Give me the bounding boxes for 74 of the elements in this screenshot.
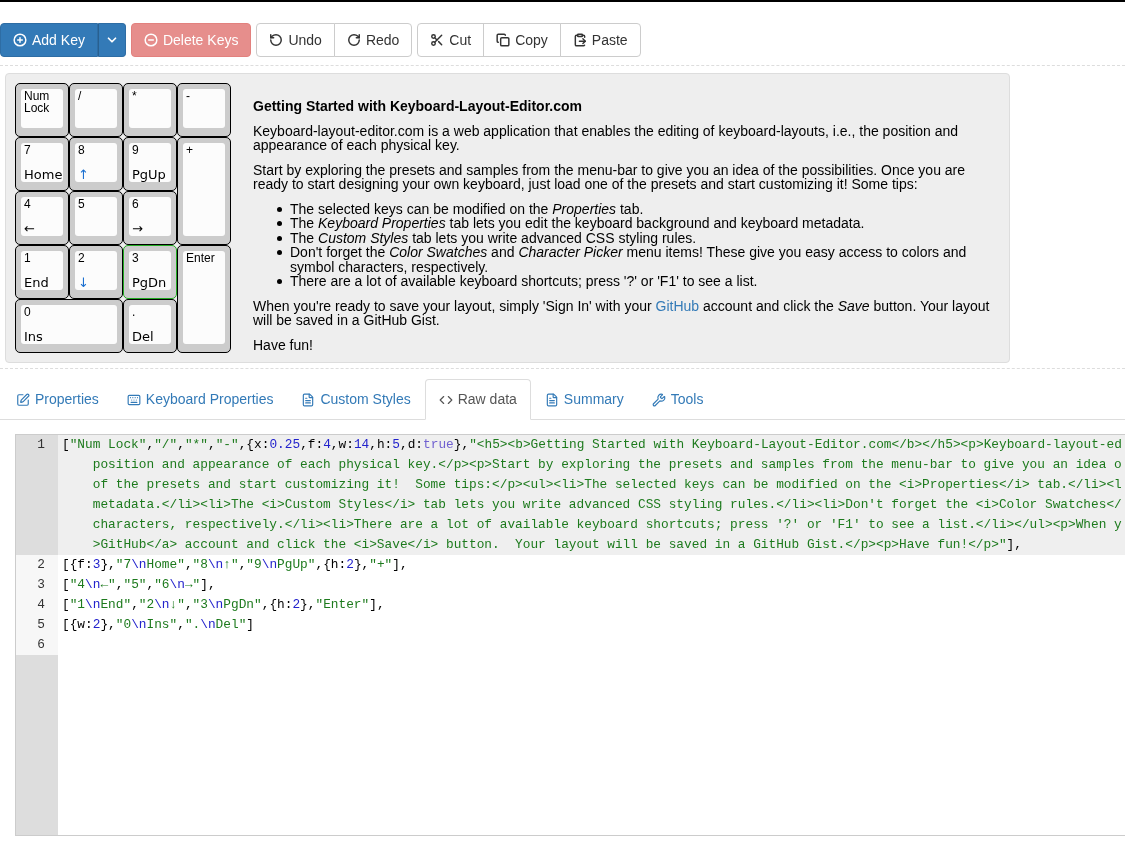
tip-text: Don't forget the Color Swatches and Character Picker menu items! These give you easy access to colors and symbol characters, respectively.	[290, 245, 968, 274]
bullet-icon	[277, 250, 282, 255]
line-number: 6	[37, 637, 45, 652]
code-line: ["Num Lock","/","*","-",{x:0.25,f:4,w:14,h:5,d:true},"<h5><b>Getting Started with Keyboard-Layout-Editor.com</b></h5><p>Keyboard-layout-ed	[61, 436, 1122, 454]
toolbar-button[interactable]: Cut	[417, 23, 485, 57]
scissors-icon	[430, 33, 445, 47]
line-number: 5	[37, 617, 45, 632]
keyboard-key[interactable]: *	[123, 83, 177, 137]
minus-circle-icon	[143, 33, 158, 47]
keyboard-key[interactable]: Enter	[177, 245, 231, 353]
keyboard-key[interactable]: Num Lock	[15, 83, 69, 137]
copy-icon	[496, 33, 511, 47]
edit-icon	[16, 392, 30, 407]
code-line: characters, respectively.</li><li>There are a lot of available keyboard shortcuts; press '?' or 'F1' to see a list.</li></ul><p>When y	[91, 516, 1122, 534]
keyboard-key[interactable]: +	[177, 137, 231, 245]
line-number: 2	[37, 557, 45, 572]
tip-text: The Custom Styles tab lets you write advanced CSS styling rules.	[290, 230, 697, 245]
toolbar-button[interactable]: Undo	[256, 23, 335, 57]
tip-text: The Keyboard Properties tab lets you edit the keyboard background and keyboard metadata.	[290, 216, 865, 231]
keyboard-key[interactable]: 5	[69, 191, 123, 245]
add-key-button[interactable]: Add Key	[0, 23, 98, 57]
redo-icon	[346, 33, 361, 47]
tab[interactable]: Custom Styles	[287, 379, 425, 420]
undo-icon	[269, 33, 284, 47]
info-paragraph: Have fun!	[253, 337, 314, 352]
toolbar-button[interactable]: Paste	[559, 23, 641, 57]
keyboard-icon	[126, 392, 141, 407]
toolbar-button[interactable]: Copy	[483, 23, 561, 57]
tab[interactable]: Raw data	[424, 379, 531, 420]
bullet-icon	[277, 221, 282, 226]
info-heading: Getting Started with Keyboard-Layout-Editor.com	[253, 99, 584, 114]
info-paragraph: Keyboard-layout-editor.com is a web application that enables the editing of keyboard-layouts, i.e., the position and appearance of each physical key.	[253, 123, 960, 153]
tip-text: The selected keys can be modified on the Properties tab.	[290, 201, 644, 216]
code-line: position and appearance of each physical key.</p><p>Start by exploring the presets and samples from the menu-bar to give you an idea o	[91, 456, 1122, 474]
code-line: >GitHub</a> account and click the <i>Save</i> button. Your layout will be saved in a GitHub Gist.</p><p>Have fun!</p>"],	[91, 536, 1022, 554]
bullet-icon	[277, 279, 282, 284]
keyboard-key[interactable]: 4 ←	[15, 191, 69, 245]
dropdown-button[interactable]	[97, 23, 126, 57]
line-number: 1	[37, 437, 45, 452]
tab[interactable]: Keyboard Properties	[112, 379, 288, 420]
github-link[interactable]: GitHub	[655, 297, 700, 314]
bullet-icon	[277, 206, 282, 212]
document-icon	[301, 392, 316, 407]
keyboard-key[interactable]: 8 ↑	[69, 137, 123, 191]
info-paragraph: Start by exploring the presets and samples from the menu-bar to give you an idea of the possibilities. Once you are ready to start designing your own keyboard, just load one of the presets and start customizing it! Some tips:	[253, 162, 967, 192]
wrench-icon	[651, 392, 666, 407]
clipboard-icon	[572, 33, 587, 47]
plus-circle-icon	[13, 33, 27, 47]
keyboard-key[interactable]: 6 →	[123, 191, 177, 245]
code-line: ["4\n←","5","6\n→"],	[61, 576, 216, 594]
line-number: 4	[37, 597, 45, 612]
code-line: metadata.</li><li>The <i>Custom Styles</i> tab lets you write advanced CSS styling rules.</li><li>Don't forget the <i>Color Swatches</	[91, 496, 1122, 514]
document-icon	[544, 392, 559, 407]
tip-text: There are a lot of available keyboard shortcuts; press '?' or 'F1' to see a list.	[290, 274, 758, 289]
tab[interactable]: Summary	[530, 379, 638, 420]
keyboard-key[interactable]: . Del	[123, 299, 177, 353]
keyboard-key[interactable]: 7 Home	[15, 137, 69, 191]
code-line: ["1\nEnd","2\n↓","3\nPgDn",{h:2},"Enter"],	[61, 596, 385, 614]
bullet-icon	[277, 235, 282, 241]
toolbar-button[interactable]: Redo	[333, 23, 413, 57]
keyboard-key[interactable]: 2 ↓	[69, 245, 123, 299]
info-paragraph: When you're ready to save your layout, simply 'Sign In' with your GitHub account and click the Save button. Your layout will be saved in a GitHub Gist.	[253, 298, 991, 328]
line-number: 3	[37, 577, 45, 592]
keyboard-key[interactable]: -	[177, 83, 231, 137]
code-line: of the presets and start customizing it! Some tips:</p><ul><li>The selected keys can be modified on the <i>Properties</i> tab.</li><l	[91, 476, 1122, 494]
tab[interactable]: Tools	[637, 379, 718, 420]
keyboard-key[interactable]: 1 End	[15, 245, 69, 299]
keyboard-key[interactable]: 0 Ins	[15, 299, 123, 353]
keyboard-key[interactable]: 3 PgDn	[123, 245, 177, 299]
keyboard-key[interactable]: /	[69, 83, 123, 137]
keyboard-key[interactable]: 9 PgUp	[123, 137, 177, 191]
code-line: [{w:2},"0\nIns",".\nDel"]	[61, 616, 254, 634]
tab[interactable]: Properties	[2, 379, 113, 420]
code-line: [{f:3},"7\nHome","8\n↑","9\nPgUp",{h:2},"+"],	[61, 556, 408, 574]
